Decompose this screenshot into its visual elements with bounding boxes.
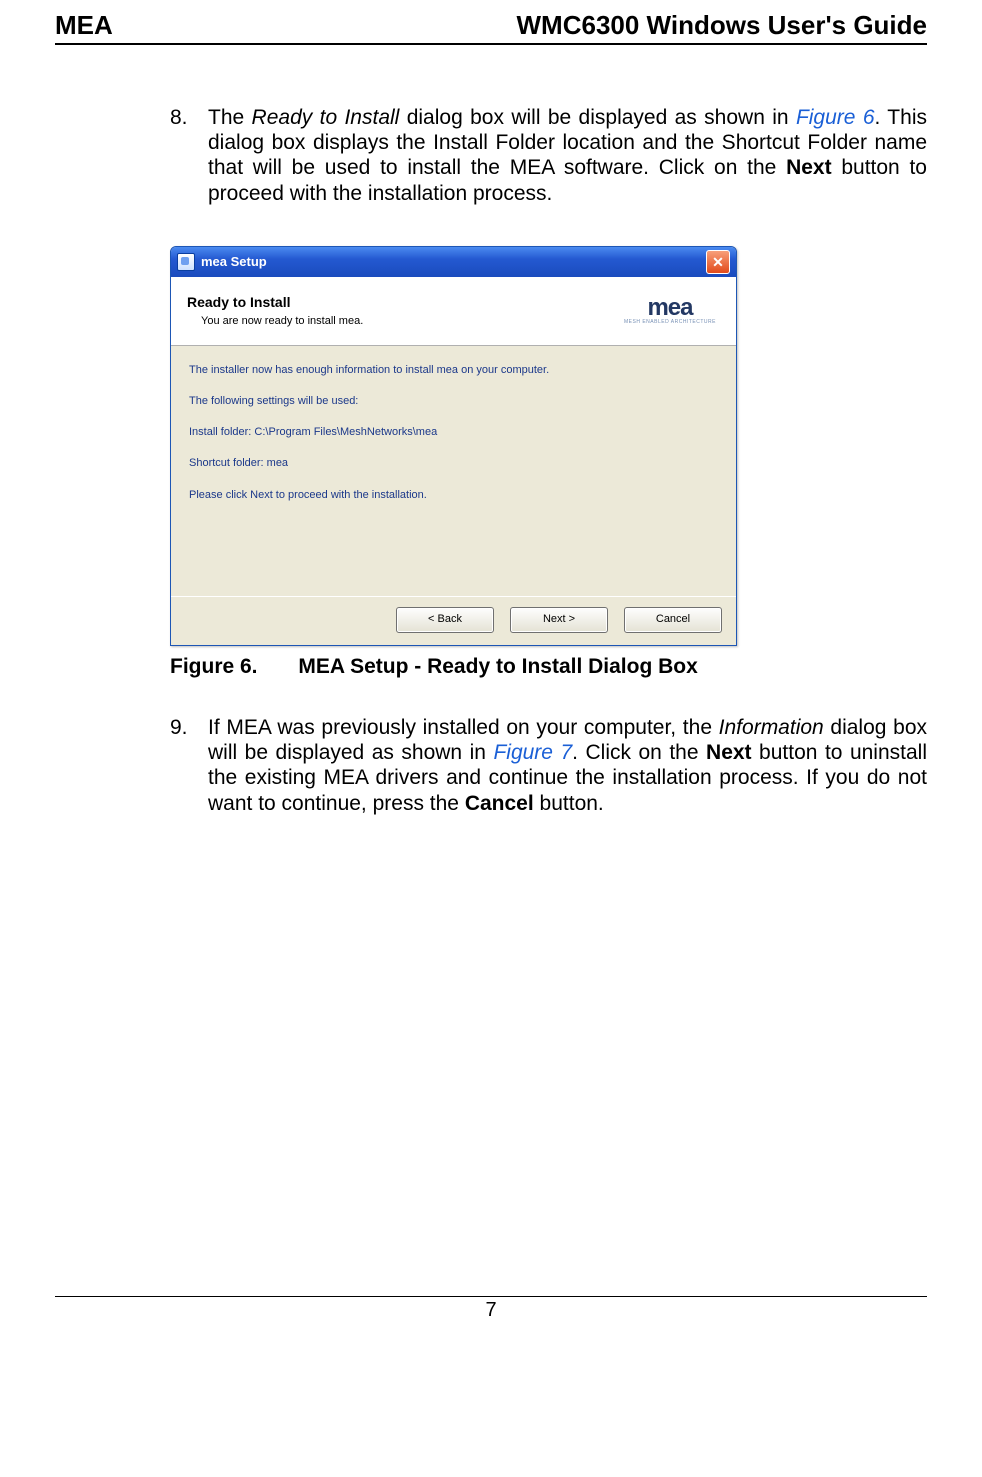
button-name: Cancel	[465, 792, 534, 815]
text: dialog box will be displayed as shown in	[399, 106, 796, 129]
button-name: Next	[706, 741, 752, 764]
header-right: WMC6300 Windows User's Guide	[517, 10, 927, 41]
text: button.	[534, 792, 604, 815]
page-footer: 7	[55, 1296, 927, 1332]
figure-reference: Figure 7	[493, 741, 572, 764]
mea-logo: mea MESH ENABLED ARCHITECTURE	[620, 287, 720, 335]
text: . Click on the	[572, 741, 706, 764]
step-number: 9.	[170, 715, 188, 740]
title-bar: mea Setup ✕	[171, 247, 736, 277]
setup-dialog: mea Setup ✕ Ready to Install You are now…	[170, 246, 737, 646]
text: If MEA was previously installed on your …	[208, 716, 719, 739]
header-left: MEA	[55, 10, 113, 41]
dialog-line: Install folder: C:\Program Files\MeshNet…	[189, 426, 718, 439]
text: The	[208, 106, 252, 129]
step-9: 9. If MEA was previously installed on yo…	[170, 715, 927, 816]
dialog-name: Ready to Install	[252, 106, 400, 129]
page-header: MEA WMC6300 Windows User's Guide	[55, 6, 927, 45]
page-number: 7	[485, 1299, 496, 1321]
dialog-line: Shortcut folder: mea	[189, 457, 718, 470]
cancel-button[interactable]: Cancel	[624, 607, 722, 633]
next-button[interactable]: Next >	[510, 607, 608, 633]
page-content: 8. The Ready to Install dialog box will …	[55, 45, 927, 816]
button-name: Next	[786, 156, 832, 179]
app-icon	[177, 253, 195, 271]
logo-text: mea	[647, 294, 692, 321]
page: MEA WMC6300 Windows User's Guide 8. The …	[0, 6, 982, 1332]
back-button[interactable]: < Back	[396, 607, 494, 633]
step-number: 8.	[170, 105, 188, 130]
button-bar: < Back Next > Cancel	[171, 596, 736, 645]
dialog-line: Please click Next to proceed with the in…	[189, 489, 718, 502]
caption-label: Figure 6.	[170, 655, 258, 678]
figure-6: mea Setup ✕ Ready to Install You are now…	[170, 246, 927, 646]
figure-reference: Figure 6	[796, 106, 875, 129]
close-icon[interactable]: ✕	[706, 250, 730, 274]
dialog-name: Information	[719, 716, 824, 739]
banner-subtitle: You are now ready to install mea.	[201, 315, 620, 328]
window-title: mea Setup	[201, 254, 267, 270]
caption-text: MEA Setup - Ready to Install Dialog Box	[298, 655, 697, 678]
dialog-banner: Ready to Install You are now ready to in…	[171, 277, 736, 346]
banner-title: Ready to Install	[187, 294, 620, 311]
step-8: 8. The Ready to Install dialog box will …	[170, 105, 927, 206]
figure-caption: Figure 6. MEA Setup - Ready to Install D…	[170, 654, 927, 679]
dialog-line: The installer now has enough information…	[189, 364, 718, 377]
logo-subtext: MESH ENABLED ARCHITECTURE	[624, 320, 716, 325]
dialog-body: The installer now has enough information…	[171, 346, 736, 596]
dialog-line: The following settings will be used:	[189, 395, 718, 408]
